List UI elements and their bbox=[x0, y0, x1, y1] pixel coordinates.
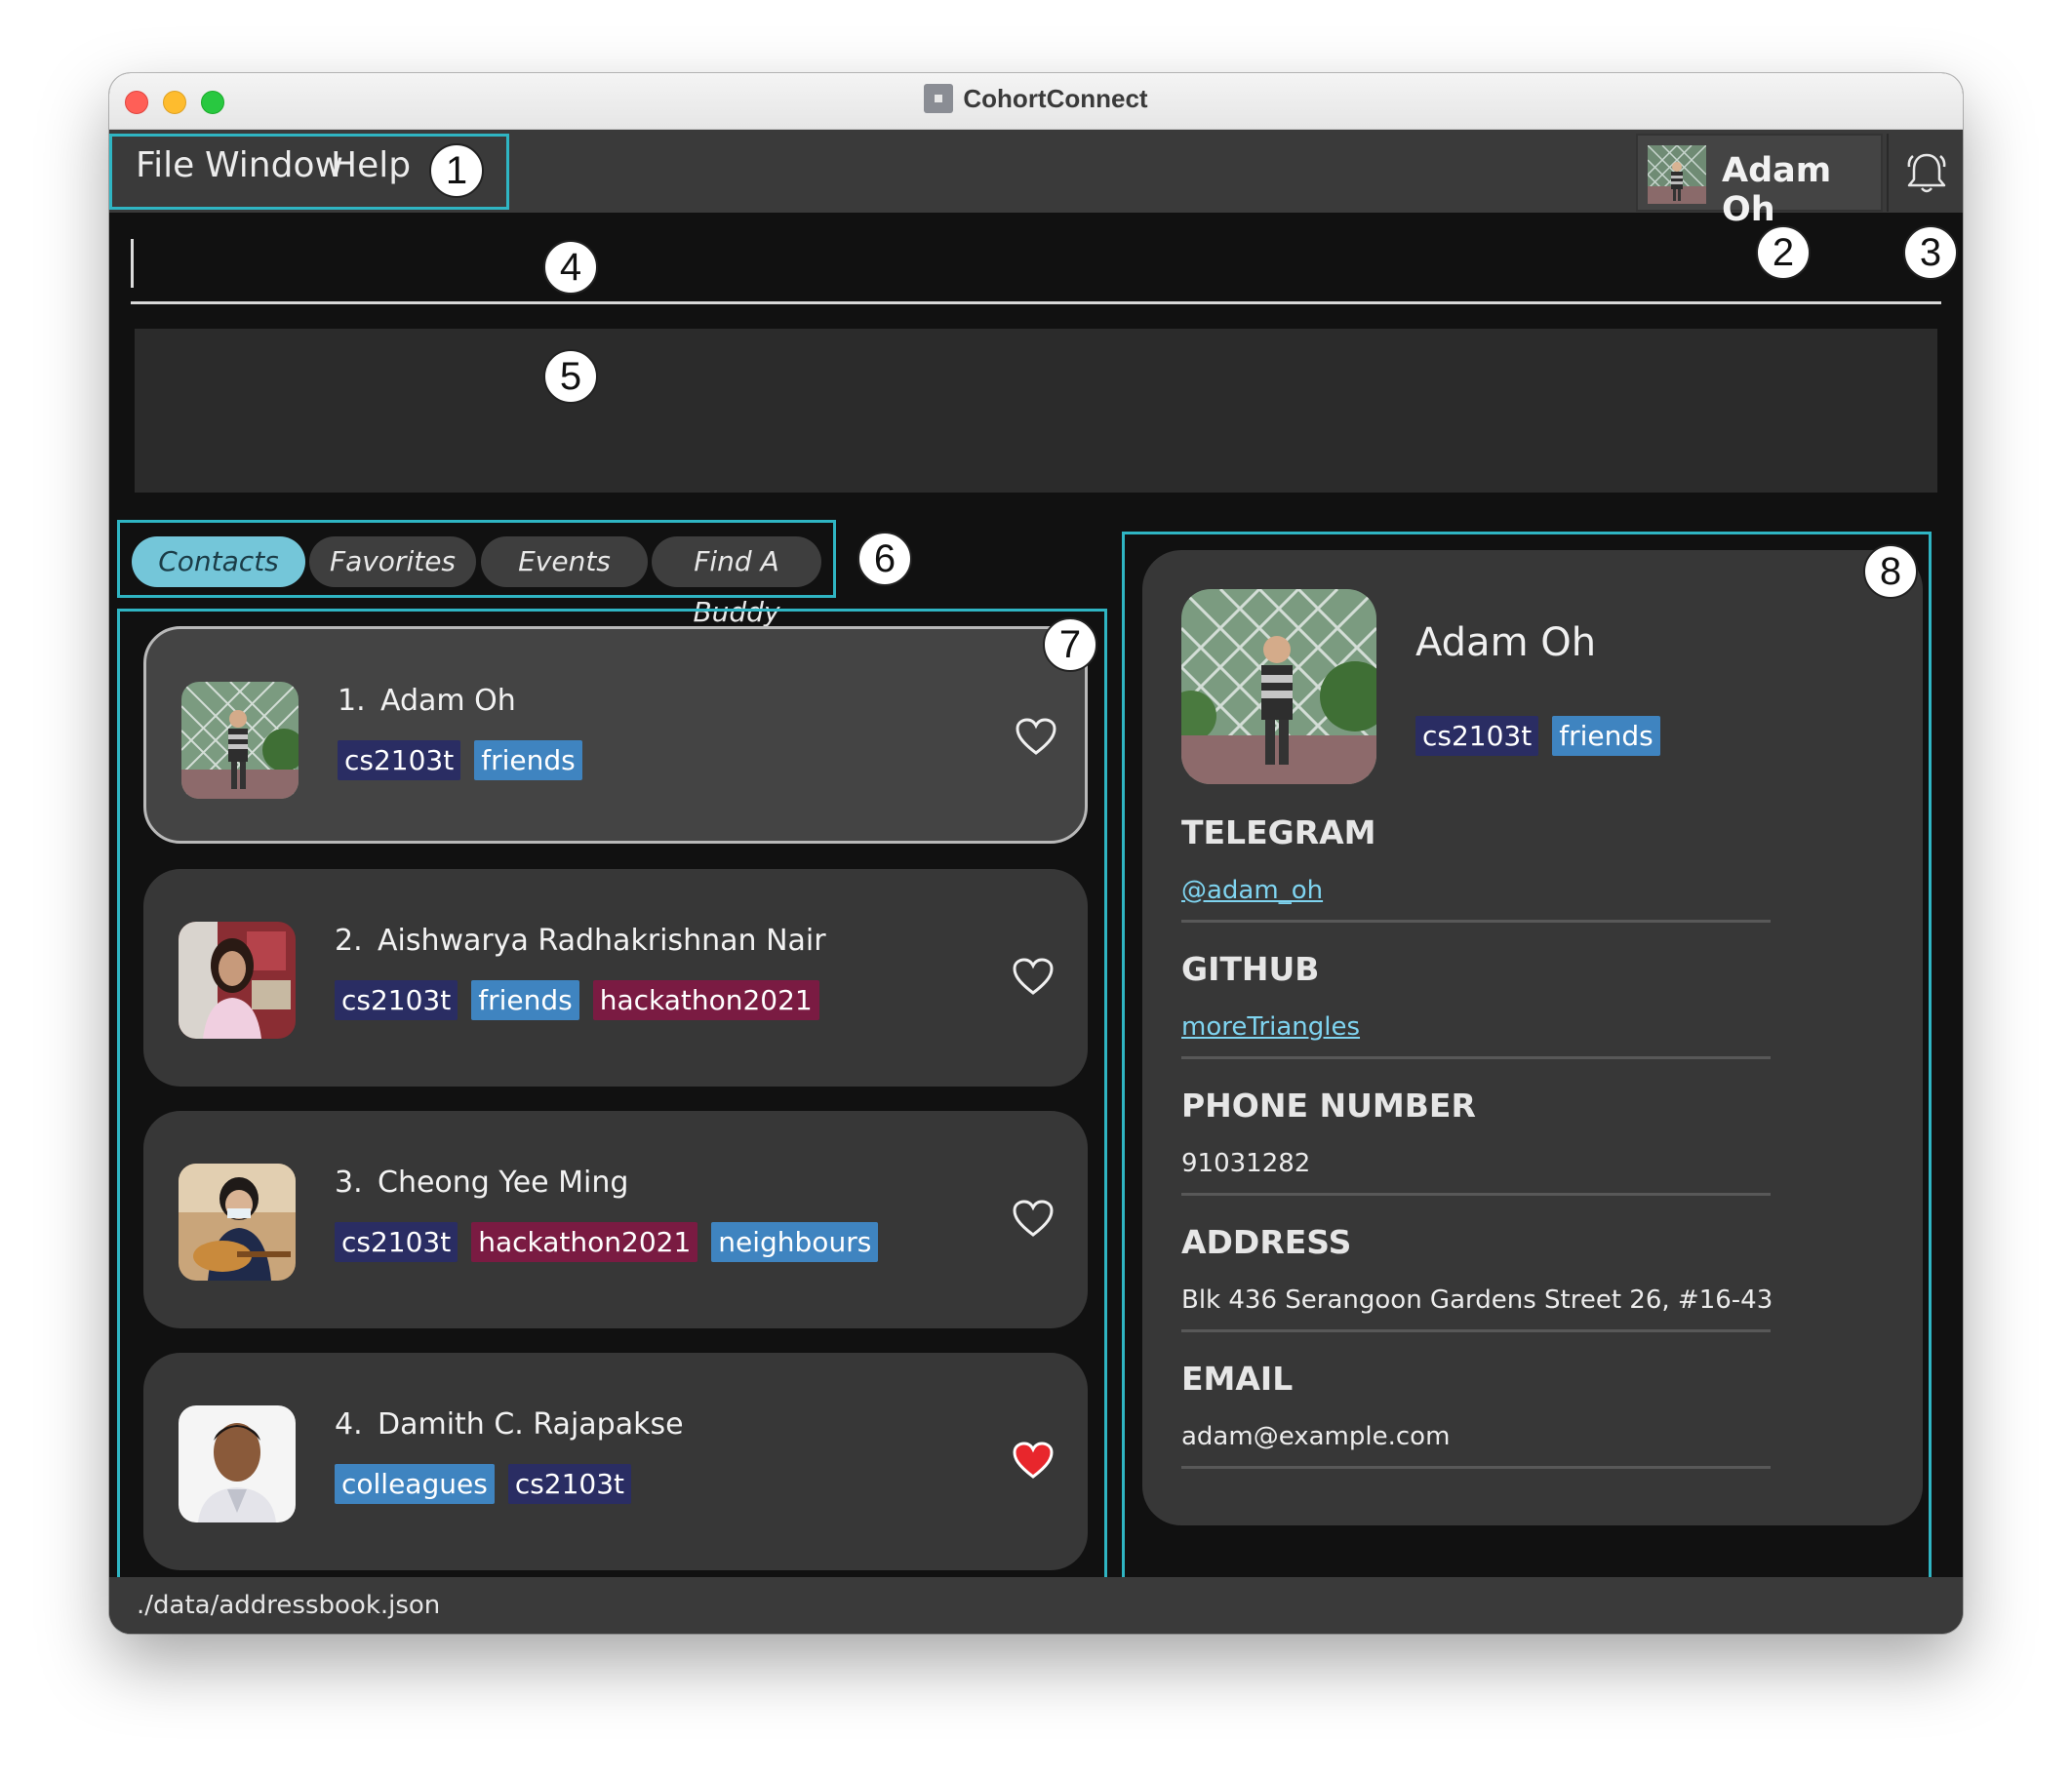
contact-card[interactable]: 1. Adam Oh cs2103t friends bbox=[143, 626, 1088, 844]
tag-cs2103t: cs2103t bbox=[335, 1222, 458, 1262]
github-link[interactable]: moreTriangles bbox=[1181, 1012, 1360, 1042]
phone-value: 91031282 bbox=[1181, 1149, 1311, 1178]
github-label: GITHUB bbox=[1181, 950, 1320, 988]
tag-friends: friends bbox=[1552, 716, 1660, 756]
heart-outline-icon[interactable] bbox=[1015, 717, 1057, 756]
heart-filled-icon[interactable] bbox=[1012, 1441, 1055, 1480]
app-icon bbox=[924, 84, 954, 114]
contact-detail-panel: Adam Oh cs2103t friends TELEGRAM @adam_oh… bbox=[1122, 532, 1932, 1634]
phone-label: PHONE NUMBER bbox=[1181, 1087, 1476, 1125]
annotation-badge-7: 7 bbox=[1043, 617, 1097, 672]
window-title-text: CohortConnect bbox=[963, 84, 1148, 113]
contact-detail-card: Adam Oh cs2103t friends TELEGRAM @adam_oh… bbox=[1142, 550, 1923, 1525]
menu-bar: File Window Help 1 Adam Oh bbox=[109, 130, 1963, 229]
contact-card[interactable]: 3. Cheong Yee Ming cs2103t hackathon2021 n… bbox=[143, 1111, 1088, 1328]
text-cursor bbox=[131, 239, 134, 288]
menu-help[interactable]: Help bbox=[331, 145, 411, 185]
heart-outline-icon[interactable] bbox=[1012, 1199, 1055, 1238]
user-profile-button[interactable]: Adam Oh bbox=[1636, 134, 1883, 229]
telegram-label: TELEGRAM bbox=[1181, 813, 1376, 851]
tag-cs2103t: cs2103t bbox=[335, 980, 458, 1020]
contact-index: 1. bbox=[338, 684, 366, 718]
field-divider bbox=[1181, 1466, 1771, 1469]
contact-index: 3. bbox=[335, 1166, 363, 1200]
result-display bbox=[135, 329, 1937, 493]
bell-icon bbox=[1907, 153, 1946, 193]
detail-tags: cs2103t friends bbox=[1415, 716, 1674, 756]
contact-index: 2. bbox=[335, 924, 363, 958]
tag-friends: friends bbox=[471, 980, 579, 1020]
tag-colleagues: colleagues bbox=[335, 1464, 495, 1504]
contact-list: 1. Adam Oh cs2103t friends 2. Aishwarya R… bbox=[117, 609, 1107, 1634]
annotation-badge-5: 5 bbox=[543, 349, 598, 404]
contact-name: Adam Oh bbox=[380, 684, 516, 718]
status-bar: ./data/addressbook.json bbox=[109, 1577, 1963, 1634]
annotation-badge-1: 1 bbox=[429, 143, 484, 198]
tab-contacts[interactable]: Contacts bbox=[132, 536, 305, 587]
field-divider bbox=[1181, 1329, 1771, 1332]
contact-photo bbox=[179, 1405, 296, 1522]
tag-hackathon2021: hackathon2021 bbox=[592, 980, 819, 1020]
menu-window[interactable]: Window bbox=[205, 145, 343, 185]
detail-name: Adam Oh bbox=[1415, 620, 1597, 665]
email-value: adam@example.com bbox=[1181, 1422, 1451, 1451]
telegram-link[interactable]: @adam_oh bbox=[1181, 876, 1323, 905]
tag-neighbours: neighbours bbox=[711, 1222, 879, 1262]
contact-index: 4. bbox=[335, 1407, 363, 1442]
detail-photo bbox=[1181, 589, 1376, 784]
heart-outline-icon[interactable] bbox=[1012, 957, 1055, 996]
field-divider bbox=[1181, 1056, 1771, 1059]
annotation-badge-4: 4 bbox=[543, 240, 598, 295]
contact-photo bbox=[179, 1164, 296, 1281]
contact-tags: cs2103t friends hackathon2021 bbox=[335, 980, 833, 1020]
field-divider bbox=[1181, 920, 1771, 923]
contact-tags: cs2103t friends bbox=[338, 740, 596, 780]
user-name: Adam Oh bbox=[1722, 151, 1832, 229]
tab-bar: Contacts Favorites Events Find A Buddy bbox=[117, 520, 836, 628]
app-window: CohortConnect File Window Help 1 Adam Oh bbox=[109, 73, 1963, 1634]
window-title: CohortConnect bbox=[109, 84, 1963, 115]
tab-find-a-buddy[interactable]: Find A Buddy bbox=[652, 536, 821, 628]
tag-cs2103t: cs2103t bbox=[338, 740, 461, 780]
tab-favorites[interactable]: Favorites bbox=[309, 536, 476, 587]
contact-photo bbox=[179, 922, 296, 1039]
command-input[interactable] bbox=[131, 219, 1941, 297]
title-bar: CohortConnect bbox=[109, 73, 1963, 130]
contact-card[interactable]: 2. Aishwarya Radhakrishnan Nair cs2103t f… bbox=[143, 869, 1088, 1087]
field-divider bbox=[1181, 1193, 1771, 1196]
annotation-badge-6: 6 bbox=[857, 532, 912, 586]
contact-tags: cs2103t hackathon2021 neighbours bbox=[335, 1222, 892, 1262]
tag-friends: friends bbox=[474, 740, 582, 780]
contact-tags: colleagues cs2103t bbox=[335, 1464, 645, 1504]
address-label: ADDRESS bbox=[1181, 1223, 1352, 1261]
data-file-path: ./data/addressbook.json bbox=[137, 1591, 441, 1620]
command-input-underline bbox=[131, 301, 1941, 304]
tag-hackathon2021: hackathon2021 bbox=[471, 1222, 698, 1262]
user-avatar bbox=[1648, 145, 1706, 204]
contact-photo bbox=[181, 682, 299, 799]
contact-name: Aishwarya Radhakrishnan Nair bbox=[378, 924, 826, 958]
annotation-badge-8: 8 bbox=[1863, 544, 1918, 599]
menu-file[interactable]: File bbox=[136, 145, 194, 185]
contact-name: Damith C. Rajapakse bbox=[378, 1407, 684, 1442]
email-label: EMAIL bbox=[1181, 1360, 1294, 1398]
tab-events[interactable]: Events bbox=[481, 536, 648, 587]
contact-card[interactable]: 4. Damith C. Rajapakse colleagues cs2103t bbox=[143, 1353, 1088, 1570]
address-value: Blk 436 Serangoon Gardens Street 26, #16… bbox=[1181, 1285, 1773, 1315]
notifications-button[interactable] bbox=[1887, 134, 1963, 212]
contact-name: Cheong Yee Ming bbox=[378, 1166, 629, 1200]
tag-cs2103t: cs2103t bbox=[507, 1464, 632, 1504]
tag-cs2103t: cs2103t bbox=[1415, 716, 1539, 756]
